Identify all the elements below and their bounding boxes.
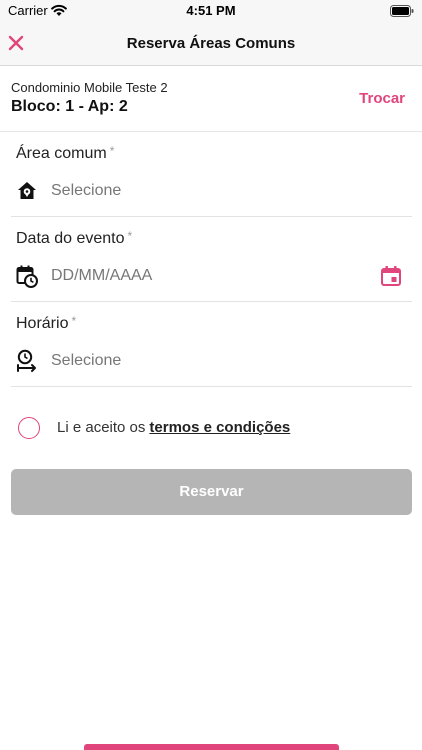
area-select[interactable]: Selecione <box>51 182 121 200</box>
date-label: Data do evento * <box>16 229 133 248</box>
terms-row: Li e aceito os termos e condições <box>18 415 408 441</box>
calendar-clock-icon <box>16 265 38 288</box>
home-pin-icon <box>18 182 36 199</box>
date-label-text: Data do evento <box>16 230 125 247</box>
time-label: Horário * <box>16 314 77 333</box>
condominium-name: Condominio Mobile Teste 2 <box>11 80 168 95</box>
condominium-header: Condominio Mobile Teste 2 Bloco: 1 - Ap:… <box>0 67 422 132</box>
terms-checkbox[interactable] <box>18 417 40 439</box>
required-mark: * <box>109 144 115 158</box>
terms-text: Li e aceito os termos e condições <box>57 419 290 436</box>
required-mark: * <box>71 314 77 328</box>
area-label: Área comum * <box>16 144 115 163</box>
page-title: Reserva Áreas Comuns <box>126 35 296 52</box>
switch-unit-button[interactable]: Trocar <box>359 90 405 107</box>
unit-label: Bloco: 1 - Ap: 2 <box>11 98 128 115</box>
time-label-text: Horário <box>16 315 69 332</box>
reserve-button[interactable]: Reservar <box>11 469 412 515</box>
date-input[interactable]: DD/MM/AAAA <box>51 267 152 285</box>
time-field[interactable]: Horário * Selecione <box>11 302 412 387</box>
required-mark: * <box>127 229 133 243</box>
time-select[interactable]: Selecione <box>51 352 121 370</box>
calendar-icon[interactable] <box>380 265 402 287</box>
status-time: 4:51 PM <box>186 3 236 18</box>
terms-prefix: Li e aceito os <box>57 419 146 436</box>
battery-icon <box>390 5 414 17</box>
bottom-accent-bar <box>84 744 339 750</box>
terms-link[interactable]: termos e condições <box>149 419 290 436</box>
area-field[interactable]: Área comum * Selecione <box>11 132 412 217</box>
navigation-bar: Reserva Áreas Comuns <box>0 22 422 66</box>
date-field[interactable]: Data do evento * DD/MM/AAAA <box>11 217 412 302</box>
clock-range-icon <box>17 349 36 372</box>
area-label-text: Área comum <box>16 145 107 162</box>
status-bar: Carrier 4:51 PM <box>0 0 422 22</box>
